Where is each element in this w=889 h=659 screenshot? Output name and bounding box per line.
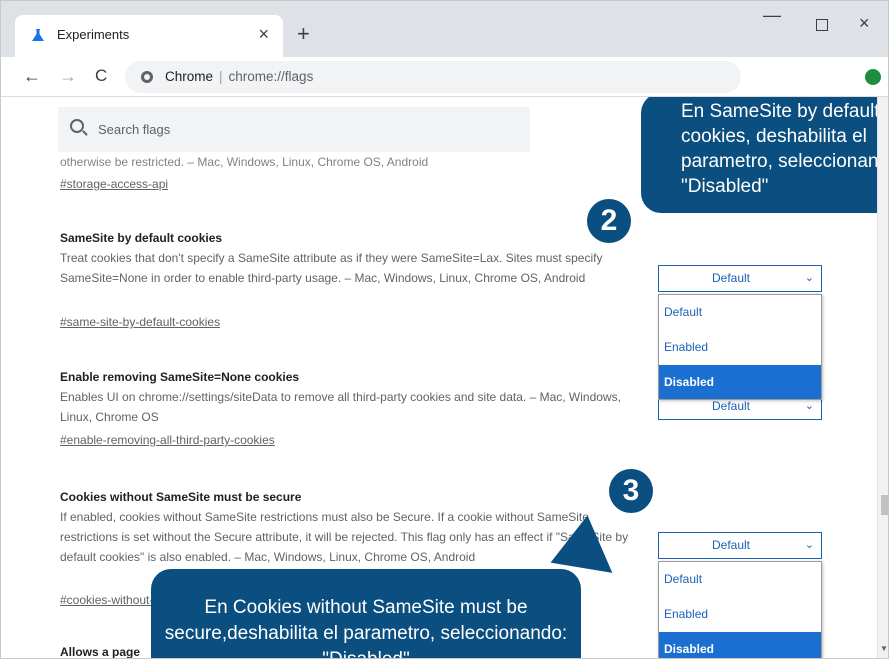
scrollbar[interactable]: ▼ [877,97,888,658]
forward-button[interactable]: → [59,65,77,87]
maximize-button[interactable] [816,19,828,31]
dropdown-option-enabled[interactable]: Enabled [659,597,821,631]
truncated-description: otherwise be restricted. – Mac, Windows,… [60,155,429,169]
search-box[interactable] [58,107,530,152]
close-window-button[interactable]: × [859,13,870,34]
flask-icon [32,29,44,41]
tab-close-icon[interactable]: × [258,24,269,44]
extension-icon[interactable] [865,69,881,85]
dropdown-option-disabled[interactable]: Disabled [659,632,821,658]
flag-title-allows-page: Allows a page [60,645,141,659]
back-button[interactable]: ← [23,65,41,87]
flag-desc-removing-samesite: Enables UI on chrome://settings/siteData… [60,390,621,424]
flag-link-removing-samesite[interactable]: #enable-removing-all-third-party-cookies [60,433,275,447]
address-text: Chrome | chrome://flags [165,69,313,84]
step-badge-2: 2 [587,199,631,243]
dropdown-cookies-secure: Default Enabled Disabled [658,561,822,658]
dropdown-option-disabled[interactable]: Disabled [659,365,821,399]
chevron-down-icon: ⌄ [804,400,814,412]
dropdown-option-default[interactable]: Default [659,295,821,329]
address-bar[interactable]: Chrome | chrome://flags [125,61,741,93]
dropdown-samesite-default: Default Enabled Disabled [658,294,822,400]
flag-link-samesite-default[interactable]: #same-site-by-default-cookies [60,315,220,329]
flags-page: otherwise be restricted. – Mac, Windows,… [1,97,877,659]
step-badge-3: 3 [609,469,653,513]
flag-title-cookies-secure: Cookies without SameSite must be secure [60,490,302,504]
scroll-down-icon[interactable]: ▼ [880,644,888,653]
address-site: Chrome [165,69,214,84]
new-tab-button[interactable]: + [297,23,310,45]
flag-desc-samesite-default: Treat cookies that don't specify a SameS… [60,251,603,285]
tab-strip: Experiments × + — × [1,1,888,57]
address-url: chrome://flags [228,69,314,84]
callout-top: En SameSite by default cookies, deshabil… [641,97,877,213]
select-value: Default [711,538,751,552]
address-separator: | [219,69,223,84]
search-icon [70,119,84,133]
select-value: Default [711,399,751,413]
dropdown-option-enabled[interactable]: Enabled [659,330,821,364]
chevron-down-icon: ⌄ [804,539,814,551]
flag-desc-cookies-secure: If enabled, cookies without SameSite res… [60,510,629,564]
select-cookies-secure[interactable]: Default ⌄ [658,532,822,559]
scrollbar-thumb[interactable] [881,495,888,515]
callout-bottom: En Cookies without SameSite must be secu… [151,569,581,658]
tab-title: Experiments [57,27,130,42]
flag-link-storage-access-api[interactable]: #storage-access-api [60,177,168,191]
flag-title-samesite-default: SameSite by default cookies [60,231,223,245]
flag-title-removing-samesite: Enable removing SameSite=None cookies [60,370,300,384]
select-value: Default [711,271,751,285]
dropdown-option-default[interactable]: Default [659,562,821,596]
toolbar: ← → C Chrome | chrome://flags [1,57,888,97]
reload-button[interactable]: C [95,65,107,87]
tab-experiments[interactable]: Experiments × [15,15,283,57]
minimize-button[interactable]: — [763,5,781,26]
select-samesite-default[interactable]: Default ⌄ [658,265,822,292]
browser-window: Experiments × + — × ← → C Chrome | chrome:… [0,0,889,659]
chevron-down-icon: ⌄ [804,272,814,284]
site-info-icon[interactable] [141,71,153,83]
search-input[interactable] [98,119,498,139]
